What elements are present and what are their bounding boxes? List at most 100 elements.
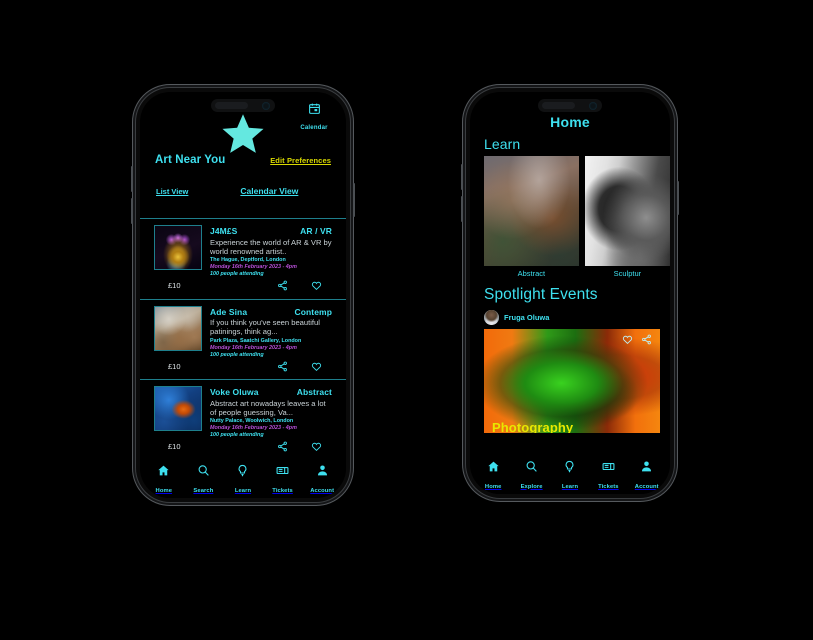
spotlight-caption: Photography — [492, 420, 574, 433]
heart-icon — [622, 335, 633, 345]
tab-list-view[interactable]: List View — [156, 187, 188, 196]
ticket-icon — [276, 466, 289, 475]
tab-calendar-view[interactable]: Calendar View — [240, 186, 298, 196]
learn-card-image[interactable] — [584, 156, 670, 266]
phone-mockup-left: Calendar Art Near You Edit Preferences L… — [131, 88, 355, 502]
favourite-button[interactable] — [311, 280, 322, 291]
learn-card-row[interactable]: Abstract Sculptur — [470, 156, 670, 278]
volume-down-button[interactable] — [131, 198, 133, 224]
nav-label: Explore — [520, 483, 543, 490]
ticket-icon — [602, 462, 615, 471]
view-tabs: List View Calendar View — [140, 186, 346, 196]
event-artist: Voke Oluwa — [210, 387, 259, 397]
volume-up-button[interactable] — [131, 166, 133, 192]
nav-label: Account — [310, 487, 335, 494]
favourite-button[interactable] — [311, 441, 322, 452]
spotlight-card[interactable]: Photography — [484, 329, 660, 433]
nav-item-tickets[interactable]: Tickets — [589, 460, 627, 493]
nav-label: Learn — [234, 487, 252, 494]
lightbulb-icon — [566, 460, 574, 473]
learn-card-image[interactable] — [484, 156, 579, 266]
heart-icon — [311, 442, 322, 452]
favourite-button[interactable] — [311, 361, 322, 372]
learn-card[interactable]: Sculptur — [584, 156, 670, 278]
nav-item-tickets[interactable]: Tickets — [264, 464, 302, 497]
favourite-button[interactable] — [622, 334, 633, 345]
event-list[interactable]: J4M£S AR / VR Experience the world of AR… — [140, 218, 346, 456]
nav-item-learn[interactable]: Learn — [224, 464, 262, 497]
event-description: Experience the world of AR & VR by world… — [210, 237, 332, 256]
nav-item-home[interactable]: Home — [474, 460, 512, 493]
event-venue: The Hague, Deptford, London — [210, 257, 286, 263]
left-title-row: Art Near You Edit Preferences — [140, 154, 346, 166]
share-icon — [642, 334, 651, 345]
dynamic-island — [538, 99, 602, 112]
speaker-slot — [542, 102, 575, 109]
share-button[interactable] — [277, 441, 288, 452]
event-price: £10 — [168, 281, 181, 290]
star-icon — [222, 114, 264, 153]
spotlight-poster[interactable]: Fruga Oluwa — [470, 310, 670, 329]
event-attending: 100 people attending — [210, 432, 264, 438]
nav-label: Home — [484, 483, 502, 490]
event-artist: Ade Sina — [210, 306, 248, 317]
nav-item-account[interactable]: Account — [303, 464, 341, 497]
section-heading-learn: Learn — [484, 136, 521, 152]
bottom-navigation-right[interactable]: Home Explore Learn Tickets Account — [470, 454, 670, 494]
heart-icon — [311, 281, 322, 291]
nav-item-learn[interactable]: Learn — [551, 460, 589, 493]
search-icon — [198, 465, 209, 476]
share-button[interactable] — [641, 334, 652, 345]
volume-down-button[interactable] — [461, 196, 463, 222]
learn-card-caption: Abstract — [517, 269, 546, 278]
edit-preferences-link[interactable]: Edit Preferences — [270, 156, 331, 165]
section-heading-spotlight: Spotlight Events — [484, 286, 598, 303]
event-card[interactable]: Ade Sina Contemp If you think you've see… — [140, 298, 346, 380]
event-genre: Abstract — [296, 387, 332, 397]
event-thumbnail[interactable] — [154, 225, 202, 270]
nav-label: Home — [155, 487, 173, 494]
event-card-footer: £10 — [140, 279, 346, 293]
nav-item-search[interactable]: Search — [184, 464, 222, 497]
event-datetime: Monday 16th February 2023 - 4pm — [210, 344, 297, 351]
nav-item-explore[interactable]: Explore — [513, 460, 551, 493]
nav-item-home[interactable]: Home — [145, 464, 183, 497]
spotlight-actions[interactable] — [622, 334, 652, 345]
nav-label: Tickets — [272, 487, 293, 494]
event-price: £10 — [168, 442, 181, 451]
screen-right: Home Learn Abstract Sculptur Spotlight E… — [470, 92, 670, 494]
share-button[interactable] — [277, 361, 288, 372]
event-thumbnail[interactable] — [154, 305, 202, 351]
event-genre: AR / VR — [300, 226, 332, 236]
heart-icon — [311, 362, 322, 371]
person-icon — [642, 461, 652, 472]
share-button[interactable] — [277, 280, 288, 291]
event-info: Ade Sina Contemp If you think you've see… — [210, 306, 332, 358]
event-thumbnail[interactable] — [154, 386, 202, 431]
avatar[interactable] — [484, 310, 499, 325]
page-title: Art Near You — [155, 154, 226, 166]
power-button[interactable] — [677, 181, 679, 215]
event-datetime: Monday 16th February 2023 - 4pm — [210, 425, 297, 431]
event-card[interactable]: J4M£S AR / VR Experience the world of AR… — [140, 218, 346, 299]
volume-up-button[interactable] — [461, 164, 463, 190]
search-icon — [526, 461, 537, 472]
bottom-navigation-left[interactable]: Home Search Learn Tickets Account — [140, 458, 346, 498]
event-card-footer: £10 — [140, 359, 346, 373]
event-datetime: Monday 16th February 2023 - 4pm — [210, 264, 297, 270]
phone-mockup-right: Home Learn Abstract Sculptur Spotlight E… — [461, 88, 679, 498]
event-price: £10 — [168, 361, 181, 371]
home-icon — [158, 465, 169, 476]
share-icon — [278, 441, 287, 452]
power-button[interactable] — [353, 183, 355, 217]
screen-left: Calendar Art Near You Edit Preferences L… — [140, 92, 346, 498]
front-camera — [589, 101, 597, 110]
calendar-button[interactable]: Calendar — [296, 102, 332, 134]
nav-label: Learn — [561, 483, 579, 490]
nav-item-account[interactable]: Account — [628, 460, 666, 493]
calendar-icon — [308, 103, 320, 114]
learn-card[interactable]: Abstract — [484, 156, 579, 278]
screenshot-canvas: Calendar Art Near You Edit Preferences L… — [0, 0, 813, 640]
event-venue: Park Plaza, Saatchi Gallery, London — [210, 337, 302, 344]
event-card[interactable]: Voke Oluwa Abstract Abstract art nowaday… — [140, 379, 346, 460]
